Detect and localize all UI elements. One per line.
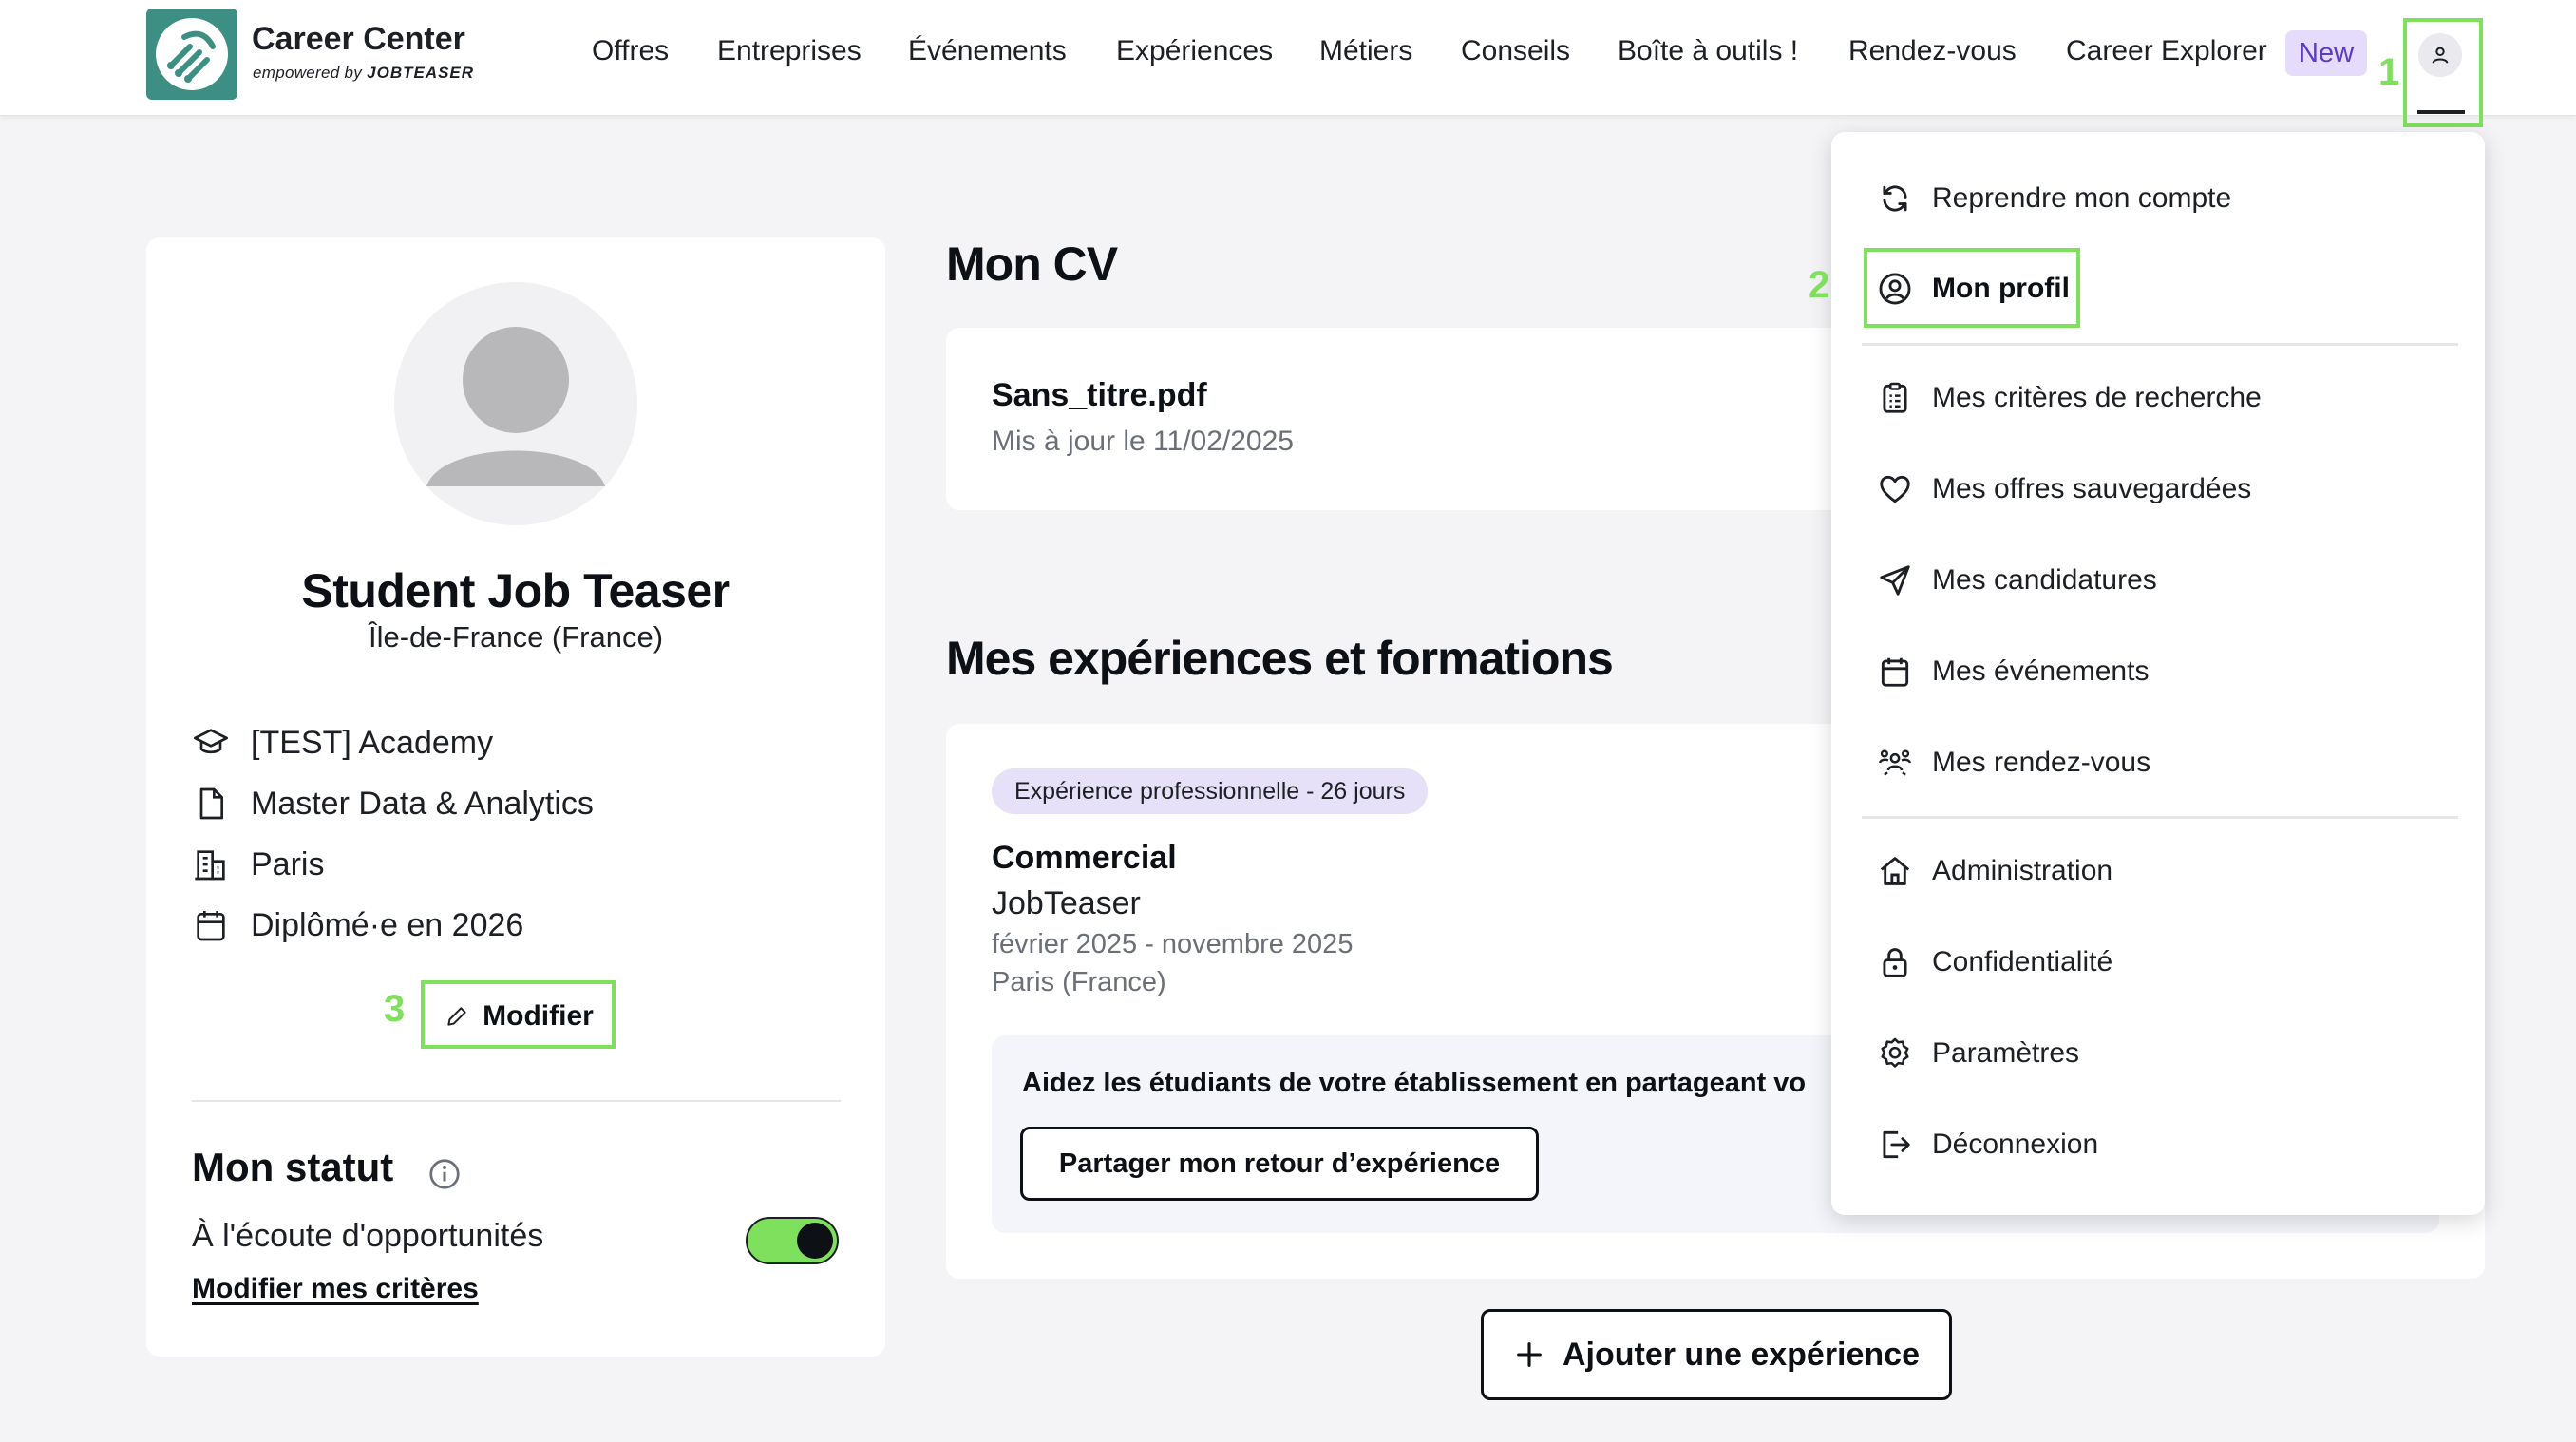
- menu-item-rendez-vous[interactable]: Mes rendez-vous: [1877, 740, 2150, 786]
- heart-icon: [1880, 475, 1910, 503]
- menu-item-label: Mes critères de recherche: [1932, 382, 2262, 413]
- nav-offres[interactable]: Offres: [592, 35, 669, 67]
- menu-item-confidentialite[interactable]: Confidentialité: [1877, 939, 2112, 985]
- menu-item-administration[interactable]: Administration: [1877, 848, 2112, 894]
- clipboard-icon: [1883, 382, 1907, 413]
- menu-item-reprendre-compte[interactable]: Reprendre mon compte: [1877, 176, 2231, 221]
- annotation-highlight-account: [2403, 18, 2483, 127]
- status-text: À l'écoute d'opportunités: [192, 1218, 544, 1254]
- annotation-marker-2: 2: [1809, 264, 1830, 306]
- add-experience-button[interactable]: Ajouter une expérience: [1481, 1309, 1952, 1400]
- experience-type-tag: Expérience professionnelle - 26 jours: [992, 768, 1429, 814]
- menu-item-label: Reprendre mon compte: [1932, 182, 2232, 214]
- profile-location: Île-de-France (France): [368, 620, 664, 654]
- nav-conseils[interactable]: Conseils: [1461, 35, 1570, 67]
- avatar-placeholder-icon: [426, 327, 605, 486]
- home-icon: [1880, 857, 1910, 885]
- calendar-icon: [197, 911, 225, 941]
- brand-subtitle-prefix: empowered by: [253, 64, 363, 82]
- nav-boite-a-outils[interactable]: Boîte à outils !: [1618, 35, 1798, 67]
- new-badge: New: [2285, 30, 2368, 76]
- status-title: Mon statut: [192, 1145, 394, 1189]
- menu-item-label: Mes événements: [1932, 655, 2150, 687]
- plus-icon: [1517, 1342, 1542, 1367]
- nav-rendez-vous[interactable]: Rendez-vous: [1848, 35, 2017, 67]
- lock-icon: [1883, 948, 1907, 977]
- annotation-highlight-modifier: [421, 980, 616, 1049]
- logout-icon: [1883, 1130, 1910, 1159]
- experiences-section-title: Mes expériences et formations: [946, 632, 1614, 685]
- edit-criteria-link[interactable]: Modifier mes critères: [192, 1273, 479, 1305]
- menu-item-criteres[interactable]: Mes critères de recherche: [1877, 375, 2262, 421]
- menu-item-label: Paramètres: [1932, 1037, 2080, 1069]
- menu-item-label: Mes candidatures: [1932, 564, 2157, 596]
- nav-career-explorer[interactable]: Career Explorer: [2066, 35, 2267, 67]
- profile-school-row: [TEST] Academy: [192, 722, 493, 764]
- cv-updated-date: Mis à jour le 11/02/2025: [992, 426, 1294, 457]
- send-icon: [1880, 565, 1910, 596]
- profile-program-row: Master Data & Analytics: [192, 783, 594, 825]
- experience-dates: février 2025 - novembre 2025: [992, 929, 1354, 959]
- annotation-marker-3: 3: [384, 988, 406, 1030]
- annotation-highlight-mon-profil: [1864, 248, 2080, 328]
- calendar-icon: [1881, 657, 1909, 687]
- menu-item-candidatures[interactable]: Mes candidatures: [1877, 558, 2157, 603]
- menu-item-label: Déconnexion: [1932, 1129, 2099, 1160]
- profile-school: [TEST] Academy: [251, 724, 494, 761]
- menu-item-label: Administration: [1932, 855, 2113, 886]
- cv-section-title: Mon CV: [946, 237, 1118, 291]
- nav-metiers[interactable]: Métiers: [1319, 35, 1412, 67]
- status-toggle[interactable]: [746, 1217, 839, 1264]
- people-icon: [1879, 749, 1911, 776]
- document-icon: [199, 787, 223, 820]
- status-toggle-knob: [797, 1223, 833, 1259]
- add-experience-label: Ajouter une expérience: [1562, 1336, 1920, 1373]
- profile-graduation-row: Diplômé·e en 2026: [192, 904, 523, 946]
- logo-icon: [156, 18, 228, 90]
- brand-subtitle: empowered by JOBTEASER: [253, 64, 474, 83]
- experience-place: Paris (France): [992, 967, 1166, 997]
- nav-evenements[interactable]: Événements: [908, 35, 1067, 67]
- nav-entreprises[interactable]: Entreprises: [717, 35, 862, 67]
- menu-item-label: Mes offres sauvegardées: [1932, 473, 2252, 504]
- menu-item-evenements[interactable]: Mes événements: [1877, 649, 2149, 694]
- graduation-cap-icon: [194, 729, 229, 754]
- avatar[interactable]: [394, 282, 637, 525]
- card-divider: [192, 1100, 841, 1102]
- cv-file-name[interactable]: Sans_titre.pdf: [992, 377, 1207, 414]
- profile-city-row: Paris: [192, 844, 324, 885]
- profile-card: Student Job Teaser Île-de-France (France…: [146, 237, 885, 1357]
- menu-item-parametres[interactable]: Paramètres: [1877, 1031, 2079, 1076]
- info-icon[interactable]: [427, 1157, 462, 1191]
- account-dropdown-menu: Reprendre mon compte 2 Mon profil Mes cr…: [1809, 132, 2485, 1215]
- profile-graduation: Diplômé·e en 2026: [251, 906, 524, 943]
- menu-divider: [1862, 816, 2458, 819]
- menu-item-label: Confidentialité: [1932, 946, 2113, 977]
- profile-name: Student Job Teaser: [301, 564, 730, 617]
- menu-item-deconnexion[interactable]: Déconnexion: [1877, 1122, 2098, 1167]
- experience-company: JobTeaser: [992, 885, 1141, 921]
- refresh-icon: [1883, 185, 1907, 212]
- feedback-prompt-text: Aidez les étudiants de votre établisseme…: [1022, 1068, 1807, 1098]
- nav-experiences[interactable]: Expériences: [1116, 35, 1273, 67]
- brand-title: Career Center: [252, 21, 465, 57]
- share-feedback-button[interactable]: Partager mon retour d’expérience: [1020, 1127, 1539, 1201]
- career-center-logo[interactable]: [146, 9, 237, 100]
- menu-item-offres-sauvegardees[interactable]: Mes offres sauvegardées: [1877, 466, 2251, 512]
- top-header: Career Center empowered by JOBTEASER Off…: [0, 0, 2576, 116]
- menu-divider: [1862, 343, 2458, 346]
- menu-item-label: Mes rendez-vous: [1932, 747, 2151, 778]
- annotation-marker-1: 1: [2378, 51, 2400, 93]
- profile-program: Master Data & Analytics: [251, 785, 594, 822]
- building-icon: [195, 850, 225, 881]
- gear-icon: [1881, 1037, 1909, 1068]
- profile-city: Paris: [251, 845, 325, 882]
- experience-role: Commercial: [992, 840, 1177, 876]
- brand-subtitle-brand: JOBTEASER: [367, 64, 475, 82]
